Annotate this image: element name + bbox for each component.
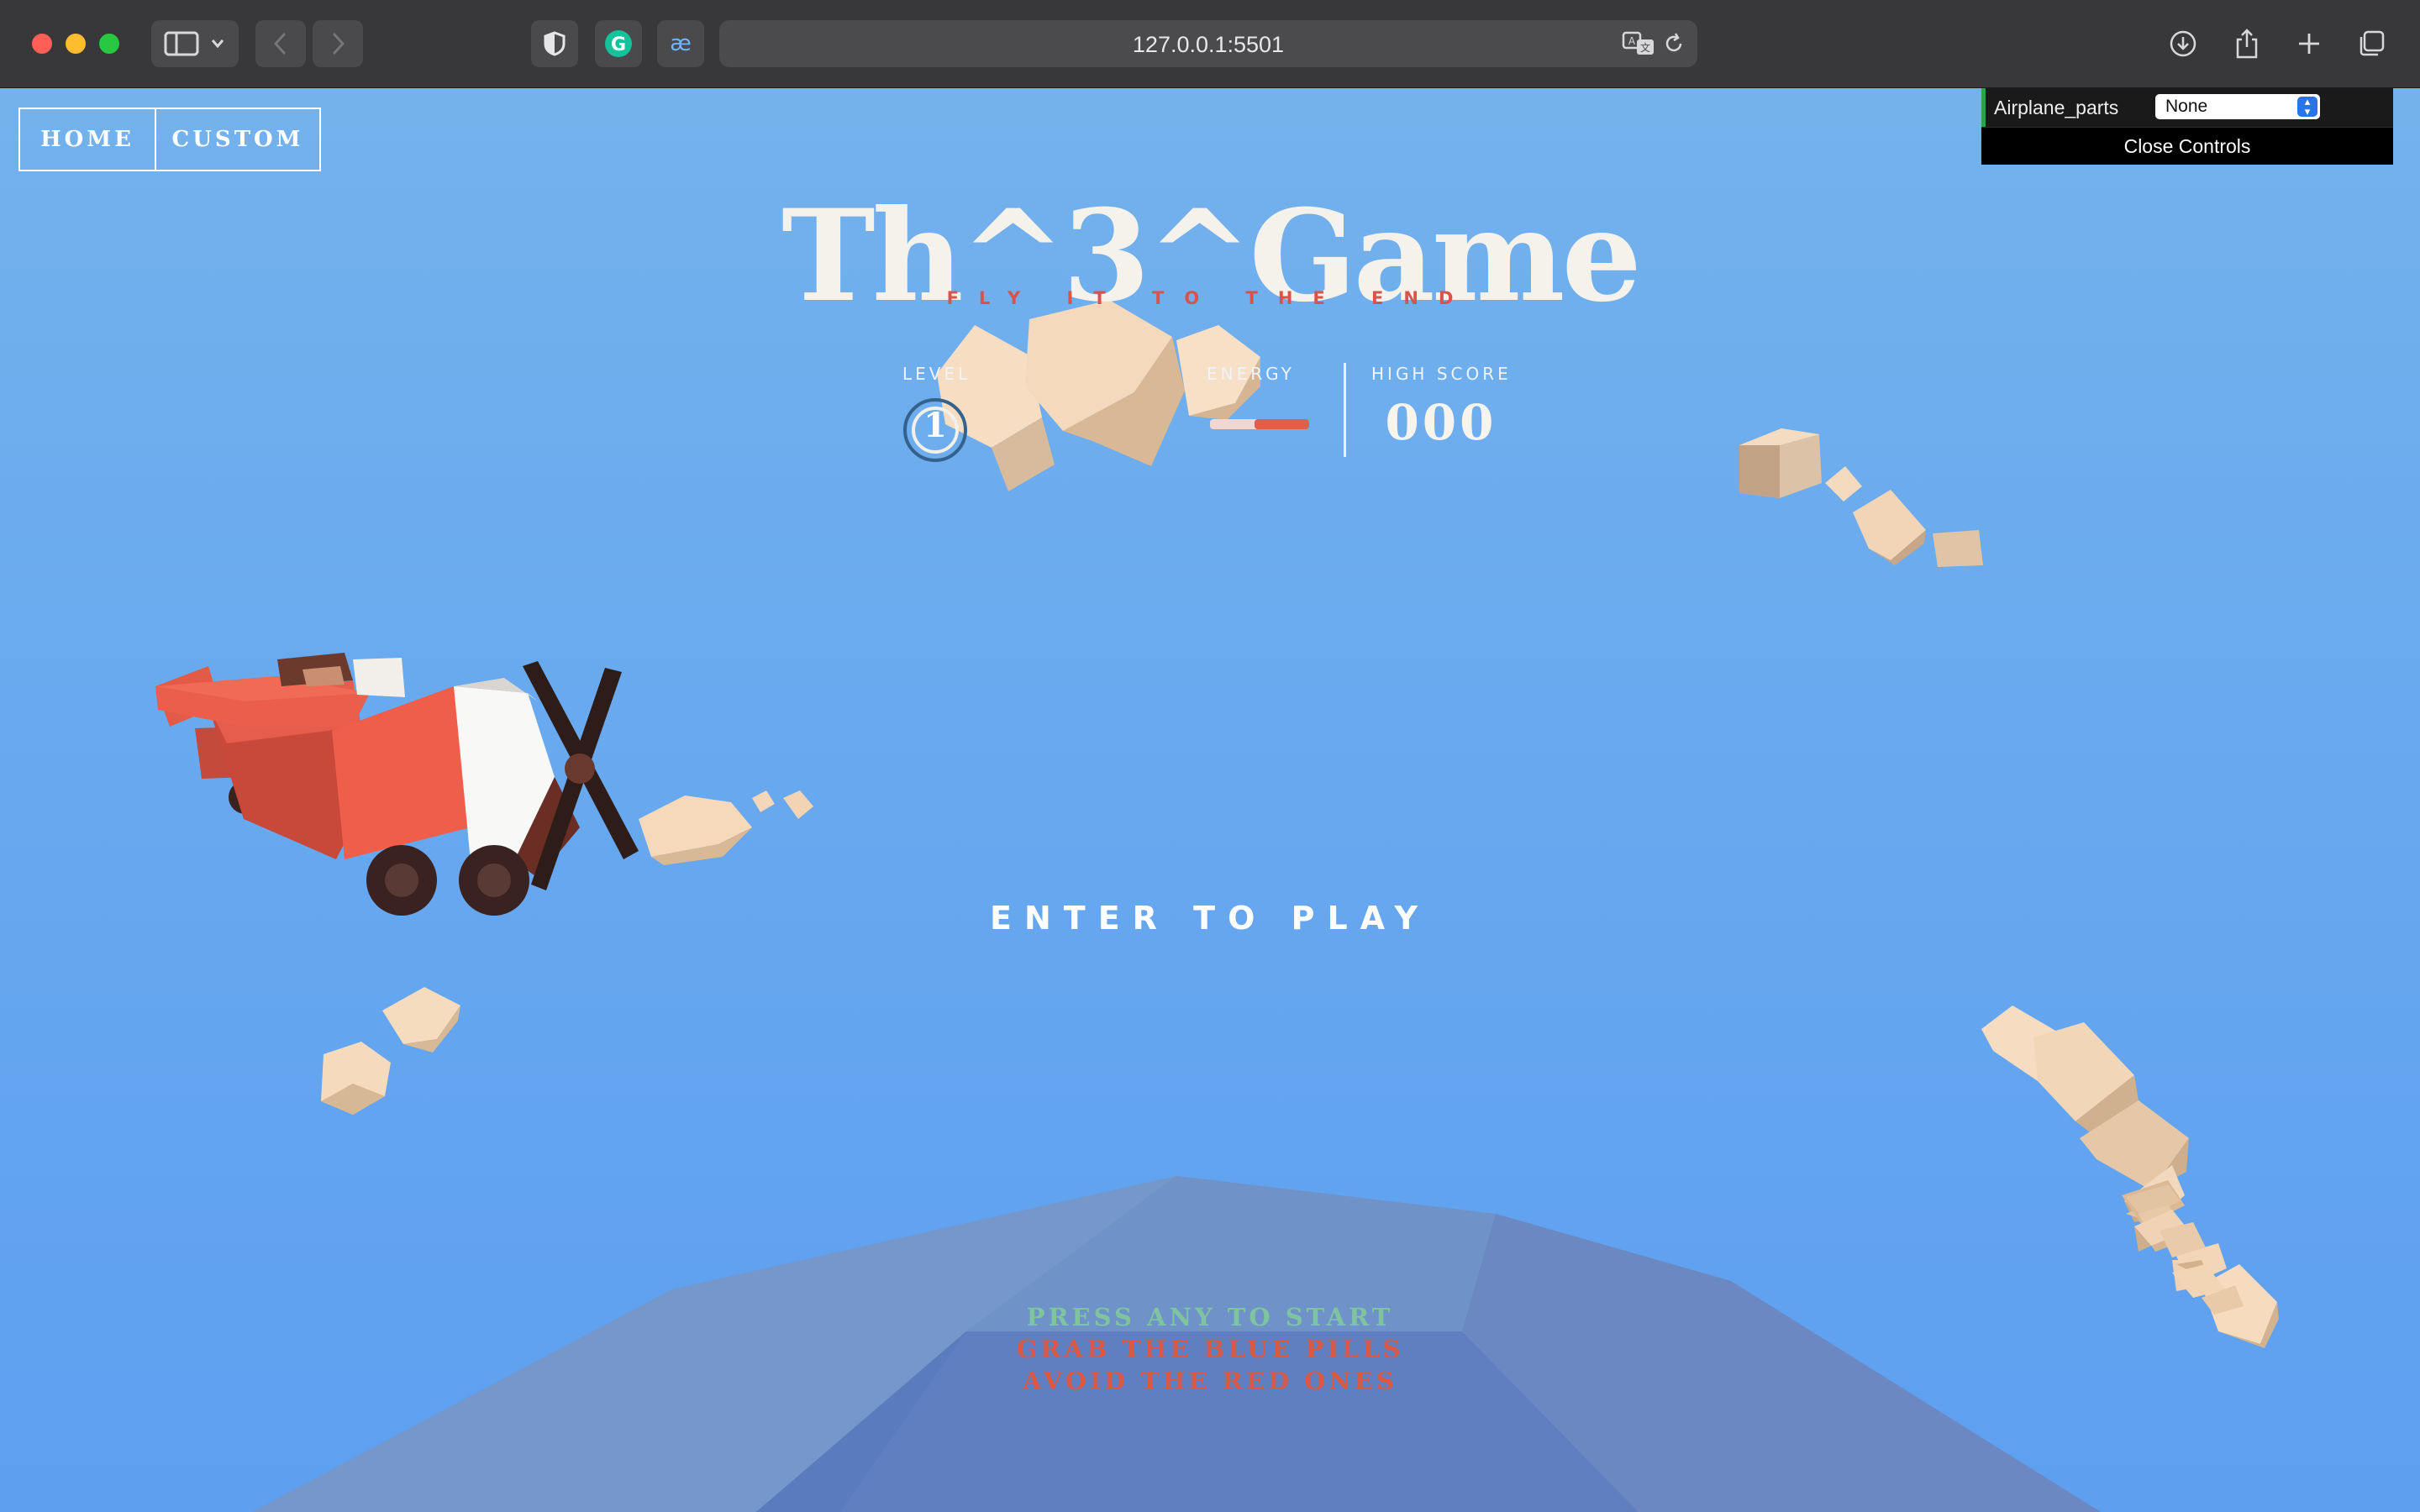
chevron-left-icon	[273, 32, 287, 55]
download-icon	[2170, 30, 2196, 57]
share-icon	[2236, 29, 2258, 59]
energy-bar	[1210, 419, 1309, 429]
high-score-value: 000	[1385, 394, 1497, 451]
instruction-grab-blue: GRAB THE BLUE PILLS	[1016, 1335, 1404, 1363]
game-subtitle: FLY IT TO THE END	[946, 288, 1474, 308]
plus-icon	[2299, 34, 2319, 54]
top-nav: HOME CUSTOM	[18, 108, 321, 171]
new-tab-button[interactable]	[2286, 20, 2333, 67]
svg-text:文: 文	[1640, 41, 1650, 54]
game-viewport[interactable]: HOME CUSTOM Airplane_parts None ▴ ▾ Close…	[0, 88, 2420, 1512]
back-button[interactable]	[255, 20, 306, 67]
svg-text:G: G	[611, 34, 626, 55]
airplane-parts-control: Airplane_parts None ▴ ▾	[1981, 88, 2393, 127]
chevron-right-icon	[332, 32, 345, 55]
custom-button[interactable]: CUSTOM	[155, 109, 319, 170]
close-window-button[interactable]	[32, 34, 52, 54]
level-label: LEVEL	[902, 364, 971, 384]
maximize-window-button[interactable]	[99, 34, 119, 54]
minimize-window-button[interactable]	[66, 34, 86, 54]
controls-panel: Airplane_parts None ▴ ▾ Close Controls	[1981, 88, 2393, 165]
downloads-button[interactable]	[2160, 20, 2207, 67]
browser-toolbar: G æ 127.0.0.1:5501 A 文	[0, 0, 2420, 88]
instruction-avoid-red: AVOID THE RED ONES	[1023, 1367, 1397, 1395]
tab-overview-button[interactable]	[2348, 20, 2395, 67]
privacy-shield-button[interactable]	[531, 20, 578, 67]
hud-divider	[1344, 363, 1346, 457]
select-arrows-icon: ▴ ▾	[2297, 96, 2317, 117]
airplane	[155, 653, 639, 916]
grammarly-extension-button[interactable]: G	[595, 20, 642, 67]
address-bar[interactable]: 127.0.0.1:5501 A 文	[719, 20, 1697, 67]
ae-extension-button[interactable]: æ	[657, 20, 704, 67]
ae-ligature-icon: æ	[670, 31, 692, 56]
cloud-right	[1981, 1005, 2279, 1348]
svg-text:æ: æ	[670, 31, 692, 56]
svg-text:A: A	[1628, 35, 1636, 47]
airplane-parts-selected-value: None	[2165, 97, 2208, 116]
cloud-upper-right	[1739, 428, 1983, 567]
cloud-lower-left	[321, 987, 460, 1115]
close-controls-button[interactable]: Close Controls	[1981, 127, 2393, 165]
sidebar-toggle-button[interactable]	[151, 20, 239, 67]
energy-label: ENERGY	[1207, 364, 1295, 384]
high-score-label: HIGH SCORE	[1371, 364, 1512, 384]
level-value: 1	[923, 406, 947, 445]
home-button[interactable]: HOME	[20, 109, 155, 170]
energy-bar-fill	[1255, 419, 1309, 429]
forward-button[interactable]	[313, 20, 363, 67]
grammarly-icon: G	[605, 30, 632, 57]
instruction-start: PRESS ANY TO START	[1026, 1303, 1394, 1331]
airplane-parts-label: Airplane_parts	[1994, 97, 2119, 118]
share-button[interactable]	[2223, 20, 2270, 67]
translate-icon[interactable]: A 文	[1622, 30, 1655, 57]
airplane-parts-select[interactable]: None ▴ ▾	[2155, 94, 2320, 119]
reload-icon[interactable]	[1662, 32, 1686, 55]
url-text: 127.0.0.1:5501	[1132, 32, 1285, 57]
cloud-trail	[639, 790, 813, 865]
tabs-icon	[2360, 30, 2385, 56]
enter-to-play-prompt[interactable]: ENTER TO PLAY	[0, 900, 2420, 937]
sidebar-icon	[164, 31, 224, 56]
shield-icon	[544, 31, 566, 56]
